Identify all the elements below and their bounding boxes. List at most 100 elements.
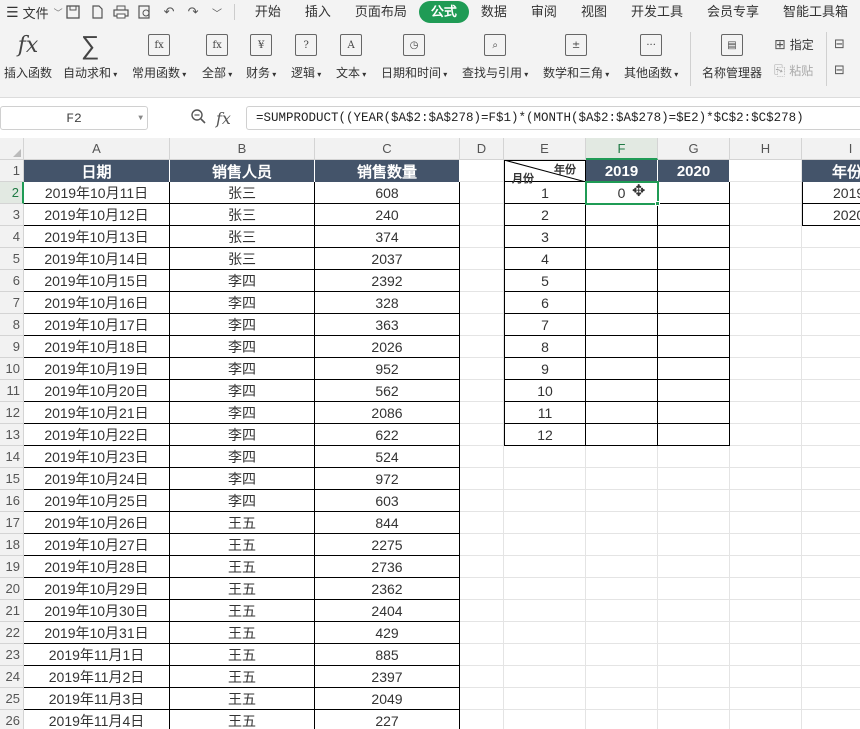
table-cell[interactable]: 562: [315, 380, 460, 402]
table-cell[interactable]: 2019年10月15日: [24, 270, 170, 292]
print-icon[interactable]: [112, 4, 130, 20]
table-cell[interactable]: 603: [315, 490, 460, 512]
column-header-g[interactable]: G: [658, 138, 730, 160]
side-table-cell[interactable]: 2019: [802, 182, 860, 204]
redo-icon[interactable]: ↷: [184, 4, 202, 20]
month-cell[interactable]: 1: [504, 182, 586, 204]
table-cell[interactable]: 张三: [170, 248, 315, 270]
table-cell[interactable]: 2019年10月17日: [24, 314, 170, 336]
table-cell[interactable]: 2362: [315, 578, 460, 600]
summary-cell[interactable]: [658, 424, 730, 446]
summary-cell[interactable]: [586, 424, 658, 446]
table-cell[interactable]: 363: [315, 314, 460, 336]
row-header-2[interactable]: 2: [0, 182, 24, 204]
table-cell[interactable]: 2019年11月2日: [24, 666, 170, 688]
table-cell[interactable]: 2019年11月4日: [24, 710, 170, 729]
table-cell[interactable]: 2397: [315, 666, 460, 688]
summary-cell[interactable]: [586, 402, 658, 424]
datetime-functions-button[interactable]: ◷ 日期和时间 ▾: [381, 30, 447, 81]
table-cell[interactable]: 李四: [170, 468, 315, 490]
table-cell[interactable]: 2019年10月20日: [24, 380, 170, 402]
table-cell[interactable]: 2019年10月27日: [24, 534, 170, 556]
table-cell[interactable]: 王五: [170, 666, 315, 688]
paste-button[interactable]: ⎘ 粘贴: [774, 62, 813, 79]
table-cell[interactable]: 2019年10月14日: [24, 248, 170, 270]
row-header-18[interactable]: 18: [0, 534, 24, 556]
column-header-d[interactable]: D: [460, 138, 504, 160]
table-cell[interactable]: 844: [315, 512, 460, 534]
row-header-24[interactable]: 24: [0, 666, 24, 688]
summary-cell[interactable]: [586, 358, 658, 380]
month-cell[interactable]: 5: [504, 270, 586, 292]
customize-chevron-icon[interactable]: ﹀: [208, 4, 226, 20]
tab-smart-toolbox[interactable]: 智能工具箱: [771, 1, 860, 23]
table-cell[interactable]: 李四: [170, 292, 315, 314]
undo-icon[interactable]: ↶: [160, 4, 178, 20]
column-header-f[interactable]: F: [586, 138, 658, 160]
table-cell[interactable]: 李四: [170, 358, 315, 380]
row-header-10[interactable]: 10: [0, 358, 24, 380]
specify-button[interactable]: ⊞ 指定: [774, 36, 814, 53]
row-header-7[interactable]: 7: [0, 292, 24, 314]
column-header-h[interactable]: H: [730, 138, 802, 160]
print-preview-icon[interactable]: [136, 4, 154, 20]
table-cell[interactable]: 李四: [170, 446, 315, 468]
table-cell[interactable]: 李四: [170, 490, 315, 512]
table-cell[interactable]: 2019年10月28日: [24, 556, 170, 578]
table-cell[interactable]: 李四: [170, 336, 315, 358]
export-pdf-icon[interactable]: [88, 4, 106, 20]
tab-review[interactable]: 审阅: [519, 1, 569, 23]
logic-functions-button[interactable]: ? 逻辑 ▾: [291, 30, 321, 81]
summary-cell[interactable]: [658, 182, 730, 204]
tab-member[interactable]: 会员专享: [695, 1, 771, 23]
summary-cell[interactable]: [658, 380, 730, 402]
column-header-e[interactable]: E: [504, 138, 586, 160]
table-cell[interactable]: 2037: [315, 248, 460, 270]
table-cell[interactable]: 张三: [170, 226, 315, 248]
summary-cell[interactable]: [586, 204, 658, 226]
table-cell[interactable]: 王五: [170, 578, 315, 600]
tab-developer[interactable]: 开发工具: [619, 1, 695, 23]
column-header-i[interactable]: I: [802, 138, 860, 160]
row-header-19[interactable]: 19: [0, 556, 24, 578]
summary-cell[interactable]: [586, 226, 658, 248]
trace-dependents-icon[interactable]: ⊟: [834, 62, 845, 78]
summary-cell[interactable]: [658, 292, 730, 314]
table-cell[interactable]: 2392: [315, 270, 460, 292]
table-cell[interactable]: 2019年10月31日: [24, 622, 170, 644]
row-header-25[interactable]: 25: [0, 688, 24, 710]
table-cell[interactable]: 王五: [170, 534, 315, 556]
table-cell[interactable]: 2404: [315, 600, 460, 622]
tab-page-layout[interactable]: 页面布局: [343, 1, 419, 23]
name-manager-button[interactable]: ▤ 名称管理器: [702, 30, 762, 81]
month-cell[interactable]: 11: [504, 402, 586, 424]
row-header-14[interactable]: 14: [0, 446, 24, 468]
row-header-20[interactable]: 20: [0, 578, 24, 600]
tab-home[interactable]: 开始: [243, 1, 293, 23]
row-header-6[interactable]: 6: [0, 270, 24, 292]
row-header-11[interactable]: 11: [0, 380, 24, 402]
finance-functions-button[interactable]: ¥ 财务 ▾: [246, 30, 276, 81]
table-cell[interactable]: 李四: [170, 314, 315, 336]
table-cell[interactable]: 2019年11月3日: [24, 688, 170, 710]
side-table-cell[interactable]: 2020: [802, 204, 860, 226]
table-cell[interactable]: 429: [315, 622, 460, 644]
summary-cell[interactable]: [658, 226, 730, 248]
table-cell[interactable]: 952: [315, 358, 460, 380]
table-cell[interactable]: 张三: [170, 204, 315, 226]
file-menu[interactable]: ☰ 文件 ﹀: [0, 3, 64, 22]
row-header-13[interactable]: 13: [0, 424, 24, 446]
column-header-a[interactable]: A: [24, 138, 170, 160]
text-functions-button[interactable]: A 文本 ▾: [336, 30, 366, 81]
summary-cell[interactable]: [586, 336, 658, 358]
row-header-9[interactable]: 9: [0, 336, 24, 358]
summary-cell[interactable]: [586, 248, 658, 270]
column-header-b[interactable]: B: [170, 138, 315, 160]
month-cell[interactable]: 9: [504, 358, 586, 380]
row-header-1[interactable]: 1: [0, 160, 24, 182]
table-cell[interactable]: 227: [315, 710, 460, 729]
row-header-23[interactable]: 23: [0, 644, 24, 666]
table-cell[interactable]: 2736: [315, 556, 460, 578]
table-cell[interactable]: 2019年10月23日: [24, 446, 170, 468]
row-header-15[interactable]: 15: [0, 468, 24, 490]
